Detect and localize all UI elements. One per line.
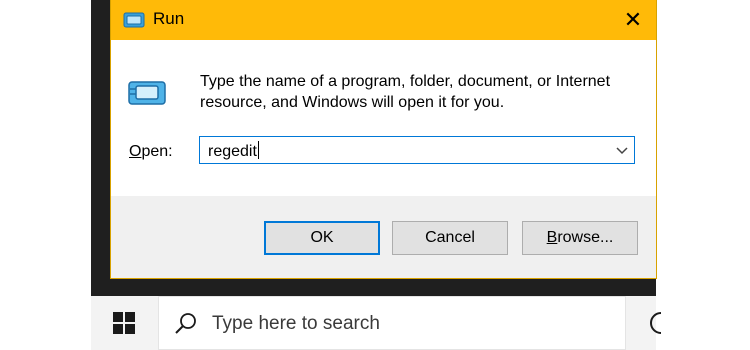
search-placeholder: Type here to search <box>212 313 380 334</box>
search-icon <box>175 313 196 334</box>
browse-button-label: Browse... <box>547 229 614 247</box>
windows-logo-icon <box>113 312 135 334</box>
browse-button[interactable]: Browse... <box>522 221 638 255</box>
dialog-description: Type the name of a program, folder, docu… <box>200 73 611 111</box>
title-bar[interactable]: Run ✕ <box>111 0 656 40</box>
taskbar: Type here to search <box>91 296 662 350</box>
start-button[interactable] <box>91 296 157 350</box>
close-icon: ✕ <box>623 7 643 32</box>
open-input[interactable]: regedit <box>208 141 259 161</box>
ok-button-label: OK <box>310 229 334 246</box>
run-program-icon <box>128 81 166 105</box>
task-view-icon[interactable] <box>647 308 667 338</box>
taskbar-search-box[interactable]: Type here to search <box>158 296 626 350</box>
open-label: Open: <box>129 143 173 161</box>
open-combobox[interactable]: regedit <box>199 136 635 164</box>
run-app-icon <box>123 12 145 28</box>
dialog-title: Run <box>153 9 185 28</box>
text-caret <box>257 141 259 159</box>
browse-text: rowse... <box>557 229 614 246</box>
open-label-accel: O <box>129 143 142 160</box>
run-dialog: Run ✕ Type the name of a program, folder… <box>111 0 656 278</box>
open-input-value: regedit <box>208 143 257 160</box>
open-label-text: pen: <box>141 143 173 160</box>
cancel-button[interactable]: Cancel <box>392 221 508 255</box>
dialog-content: Type the name of a program, folder, docu… <box>111 40 656 196</box>
ok-button[interactable]: OK <box>264 221 380 255</box>
close-button[interactable]: ✕ <box>610 0 656 40</box>
cancel-button-label: Cancel <box>425 229 475 246</box>
browse-accel: B <box>546 229 558 246</box>
chevron-down-icon[interactable] <box>615 143 629 157</box>
